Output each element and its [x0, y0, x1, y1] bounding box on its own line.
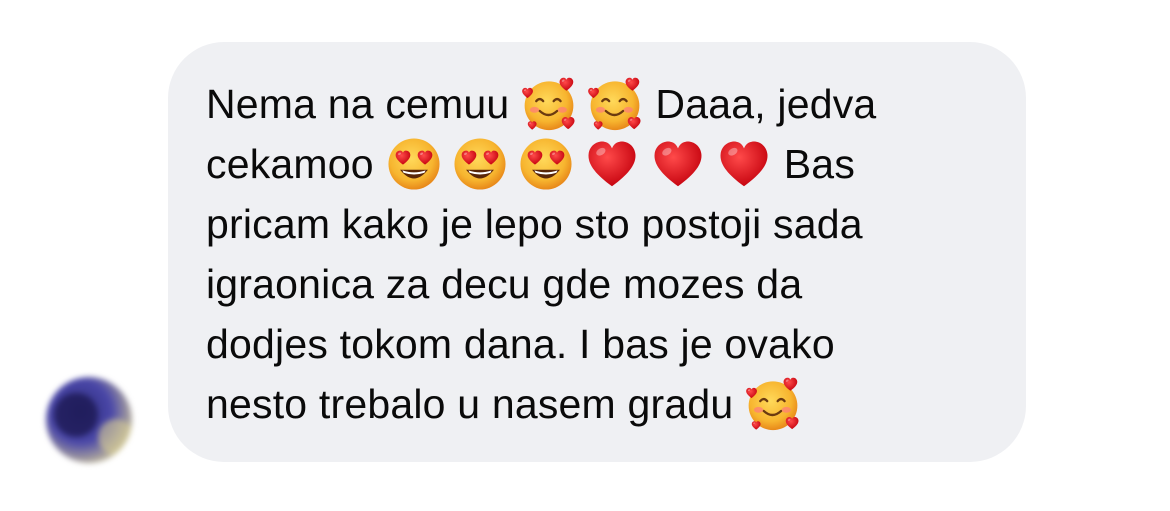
smiling-face-with-hearts-icon [586, 75, 644, 133]
message-line-2: cekamoo Bas [206, 134, 990, 194]
message-text: pricam kako je lepo sto postoji sada [206, 201, 863, 247]
heart-eyes-icon [451, 135, 509, 193]
smiling-face-with-hearts-icon [520, 75, 578, 133]
heart-eyes-icon [517, 135, 575, 193]
message-text: dodjes tokom dana. I bas je ovako [206, 321, 835, 367]
message-bubble[interactable]: Nema na cemuu Daaa, jedva cekamoo Bas pr… [168, 42, 1026, 462]
chat-stage: Nema na cemuu Daaa, jedva cekamoo Bas pr… [0, 0, 1170, 511]
message-line-3: pricam kako je lepo sto postoji sada [206, 194, 990, 254]
red-heart-icon [715, 135, 773, 193]
avatar[interactable] [46, 377, 132, 463]
message-line-4: igraonica za decu gde mozes da [206, 254, 990, 314]
message-text: Daaa, jedva [655, 81, 877, 127]
message-text: nesto trebalo u nasem gradu [206, 381, 734, 427]
smiling-face-with-hearts-icon [744, 375, 802, 433]
red-heart-icon [649, 135, 707, 193]
message-text: Nema na cemuu [206, 81, 510, 127]
message-text: igraonica za decu gde mozes da [206, 261, 803, 307]
message-line-6: nesto trebalo u nasem gradu [206, 374, 990, 434]
red-heart-icon [583, 135, 641, 193]
heart-eyes-icon [385, 135, 443, 193]
message-text: cekamoo [206, 141, 374, 187]
message-text: Bas [783, 141, 856, 187]
message-line-1: Nema na cemuu Daaa, jedva [206, 74, 990, 134]
message-line-5: dodjes tokom dana. I bas je ovako [206, 314, 990, 374]
